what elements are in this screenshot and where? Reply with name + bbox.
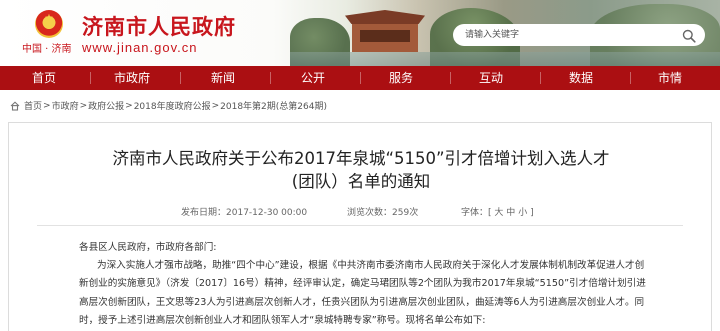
breadcrumb-gazette-2018[interactable]: 2018年度政府公报 [134,99,211,112]
breadcrumb-gazette[interactable]: 政府公报 [88,99,124,112]
search-input[interactable] [465,26,670,44]
national-emblem-icon: ★ [35,10,63,38]
font-size-switcher: 字体：[ 大 中 小 ] [461,208,534,218]
nav-news[interactable]: 新闻 [193,66,253,90]
article-title-line1: 济南市人民政府关于公布2017年泉城“5150”引才倍增计划入选人才 [112,149,610,168]
china-jinan-calligraphy: 中国 · 济南 [22,44,72,55]
paragraph-salutation: 各县区人民政府，市政府各部门: [79,242,217,253]
nav-services[interactable]: 服务 [371,66,431,90]
site-title[interactable]: 济南市人民政府 [82,11,236,41]
breadcrumb-city-government[interactable]: 市政府 [52,99,79,112]
site-url: www.jinan.gov.cn [82,40,198,55]
main-nav: 首页 市政府 新闻 公开 服务 互动 数据 市情 [0,66,720,90]
paragraph-line: 时，授予上述引进高层次创新创业人才和团队领军人才“泉城特聘专家”称号。现将名单公… [79,314,486,326]
nav-city-government[interactable]: 市政府 [102,66,162,90]
breadcrumb-separator: > [43,100,51,111]
breadcrumb-home[interactable]: 首页 [24,99,42,112]
paragraph-line: 新创业的实施意见》（济发〔2017〕16号）精神，经评审认定，确定马珺团队等2个… [79,278,646,290]
nav-interaction[interactable]: 互动 [461,66,521,90]
meta-divider [37,225,683,226]
home-icon [10,100,20,111]
breadcrumb-bar: 首页 > 市政府 > 政府公报 > 2018年度政府公报 > 2018年第2期(… [0,90,720,118]
view-count: 浏览次数：259次 [347,208,419,218]
site-header: ★ 中国 · 济南 济南市人民政府 www.jinan.gov.cn [0,0,720,66]
search-box [453,24,705,46]
nav-home[interactable]: 首页 [14,66,74,90]
article: 济南市人民政府关于公布2017年泉城“5150”引才倍增计划入选人才 (团队）名… [8,122,712,331]
paragraph-line: 为深入实施人才强市战略，助推“四个中心”建设，根据《中共济南市委济南市人民政府关… [97,260,645,272]
article-body: 各县区人民政府，市政府各部门: 为深入实施人才强市战略，助推“四个中心”建设，根… [79,239,679,330]
nav-open[interactable]: 公开 [283,66,343,90]
font-size-medium[interactable]: 中 [506,208,515,218]
breadcrumb: 首页 > 市政府 > 政府公报 > 2018年度政府公报 > 2018年第2期(… [10,99,327,112]
breadcrumb-issue[interactable]: 2018年第2期(总第264期) [220,99,327,112]
search-icon[interactable] [682,28,696,43]
font-size-small[interactable]: 小 [518,208,527,218]
publish-date: 发布日期：2017-12-30 00:00 [181,208,308,218]
paragraph-line: 高层次创新团队，王文思等23人为引进高层次创新人才，任贵兴团队为引进高层次创业团… [79,296,645,308]
nav-city-info[interactable]: 市情 [640,66,700,90]
font-size-large[interactable]: 大 [494,208,503,218]
article-title-line2: (团队）名单的通知 [291,172,431,191]
nav-data[interactable]: 数据 [551,66,611,90]
